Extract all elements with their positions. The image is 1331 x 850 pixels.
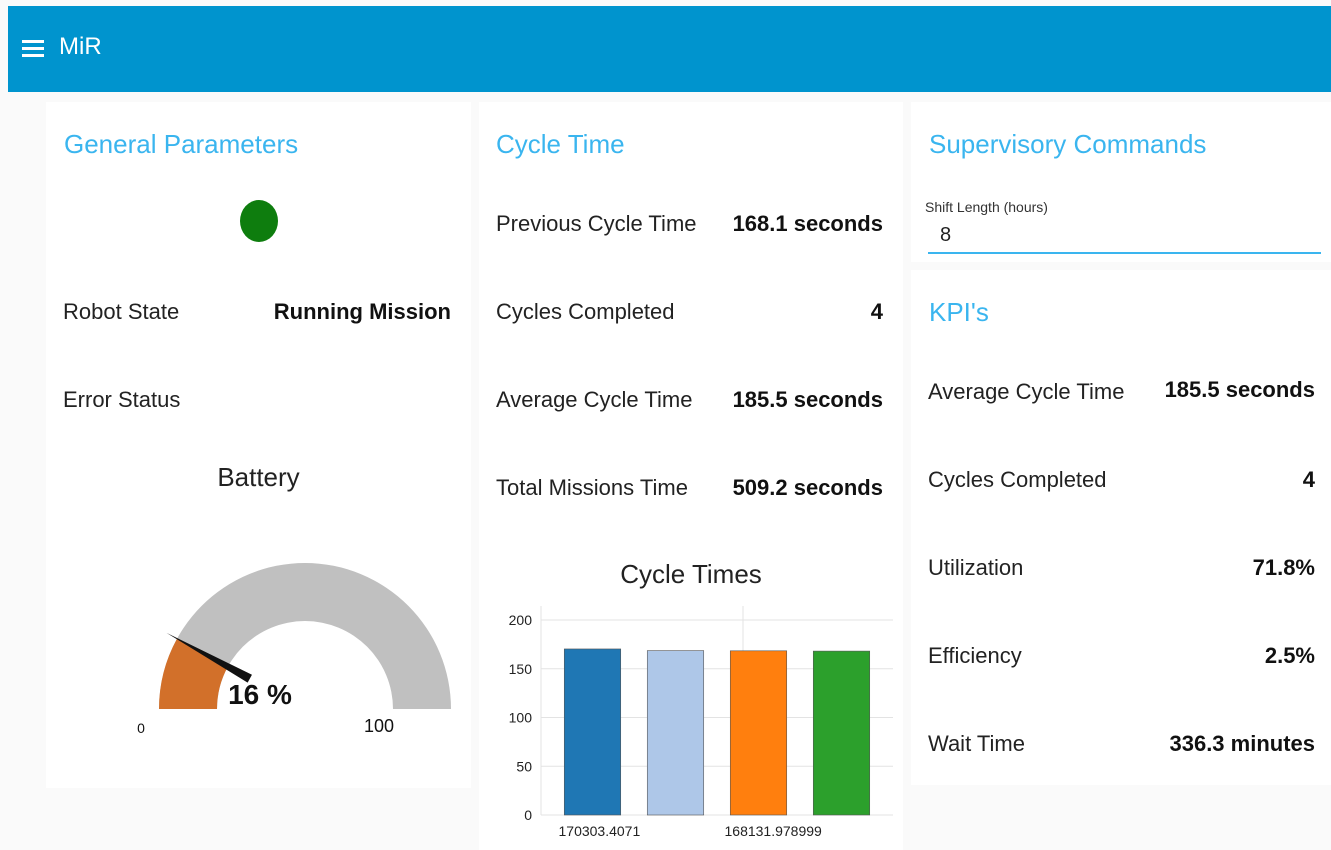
cycle-row-label: Total Missions Time <box>496 475 688 500</box>
kpi-row-label: Cycles Completed <box>928 467 1107 492</box>
kpi-row-value: 71.8% <box>1252 555 1315 580</box>
kpi-row-value: 4 <box>1302 467 1315 492</box>
battery-gauge: 16 % 0 100 <box>137 563 451 736</box>
gauge-max-label: 100 <box>364 716 394 736</box>
top-app-bar: MiR <box>8 6 1331 92</box>
chart-title: Cycle Times <box>620 559 762 589</box>
bar <box>812 650 871 816</box>
cycle-row-label: Average Cycle Time <box>496 387 693 412</box>
cycle-time-card: Cycle Time Previous Cycle Time 168.1 sec… <box>479 102 903 850</box>
y-tick-label: 200 <box>509 612 533 628</box>
bar <box>646 650 705 816</box>
supervisory-commands-title: Supervisory Commands <box>929 129 1207 159</box>
kpi-row-value: 185.5 seconds <box>1164 377 1315 402</box>
battery-title: Battery <box>217 462 300 492</box>
kpi-row-label: Utilization <box>928 555 1024 580</box>
supervisory-commands-card: Supervisory Commands Shift Length (hours… <box>911 102 1331 262</box>
cycle-row-value: 509.2 seconds <box>732 475 883 500</box>
app-title: MiR <box>59 33 102 60</box>
y-tick-label: 100 <box>509 710 533 726</box>
bar <box>729 650 788 816</box>
x-tick-label: 168131.978999 <box>725 823 823 839</box>
kpi-row-label: Wait Time <box>928 731 1025 756</box>
kpi-row-label: Efficiency <box>928 643 1022 668</box>
cycle-row-label: Previous Cycle Time <box>496 211 697 236</box>
y-tick-label: 50 <box>516 758 532 774</box>
cycle-times-bar-chart: 0 50 100 150 200 170303.4071 168131.978999 <box>509 606 893 839</box>
kpi-row-value: 2.5% <box>1264 643 1315 668</box>
kpi-row-value: 336.3 minutes <box>1169 731 1315 756</box>
shift-length-label: Shift Length (hours) <box>925 199 1048 215</box>
cycle-row-value: 168.1 seconds <box>732 211 883 236</box>
kpis-card: KPI's Average Cycle Time 185.5 seconds C… <box>911 270 1331 785</box>
y-tick-label: 150 <box>509 661 533 677</box>
x-tick-label: 170303.4071 <box>559 823 641 839</box>
kpi-row-label: Average Cycle Time <box>928 379 1125 404</box>
hamburger-menu-icon[interactable] <box>22 40 44 58</box>
error-status-label: Error Status <box>63 387 181 412</box>
robot-state-value: Running Mission <box>273 299 451 324</box>
general-parameters-card: General Parameters Robot State Running M… <box>46 102 471 788</box>
general-parameters-title: General Parameters <box>64 129 299 159</box>
gauge-value-text: 16 % <box>228 679 292 710</box>
robot-state-label: Robot State <box>63 299 180 324</box>
cycle-row-label: Cycles Completed <box>496 299 675 324</box>
cycle-time-title: Cycle Time <box>496 129 625 159</box>
y-tick-label: 0 <box>524 807 532 823</box>
cycle-row-value: 185.5 seconds <box>732 387 883 412</box>
gauge-min-label: 0 <box>137 720 145 736</box>
shift-length-input[interactable] <box>928 218 1321 254</box>
kpis-title: KPI's <box>929 297 989 327</box>
bar <box>563 648 622 816</box>
status-indicator <box>240 200 278 242</box>
cycle-row-value: 4 <box>870 299 883 324</box>
